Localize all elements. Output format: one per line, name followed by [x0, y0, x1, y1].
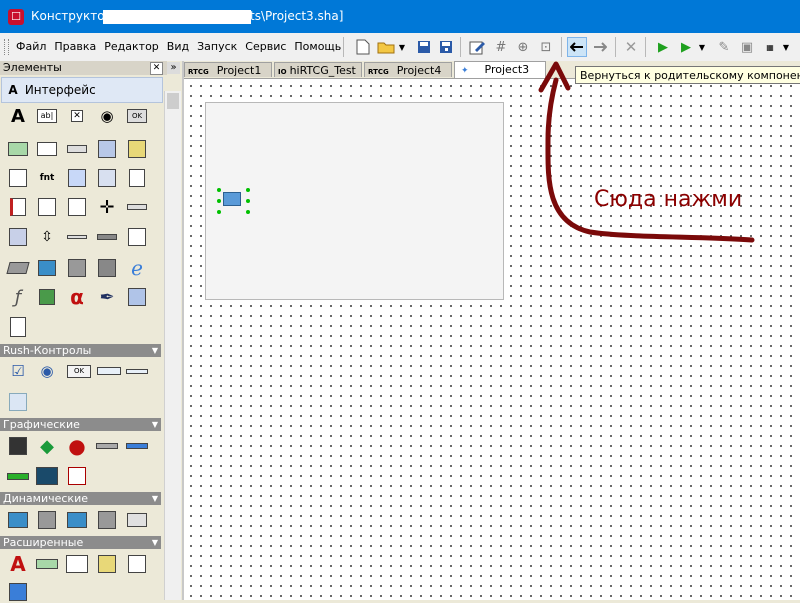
tooltip: Вернуться к родительскому компоненту — [575, 66, 800, 84]
annotation-arrow — [538, 61, 755, 243]
annotation-text: Сюда нажми — [594, 187, 743, 212]
